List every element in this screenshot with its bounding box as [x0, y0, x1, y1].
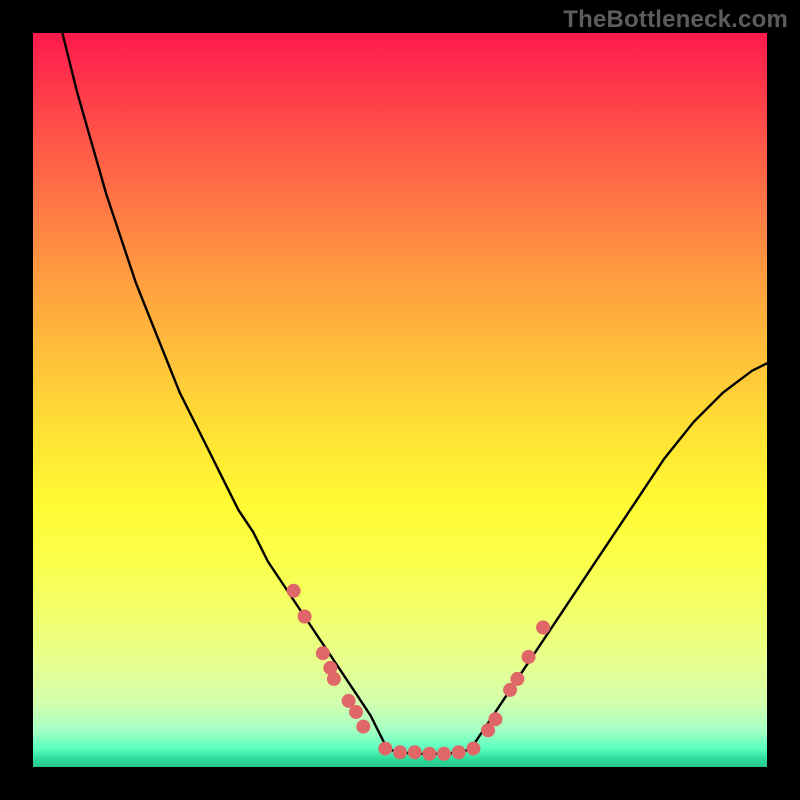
series-right-curve — [473, 363, 767, 745]
curve-lines — [62, 33, 767, 754]
series-left-curve — [62, 33, 385, 745]
marker-point — [356, 720, 370, 734]
marker-point — [536, 621, 550, 635]
chart-svg — [33, 33, 767, 767]
marker-point — [393, 745, 407, 759]
watermark-text: TheBottleneck.com — [563, 6, 788, 34]
marker-point — [298, 610, 312, 624]
marker-point — [287, 584, 301, 598]
marker-point — [422, 747, 436, 761]
marker-point — [466, 742, 480, 756]
marker-point — [488, 712, 502, 726]
marker-point — [437, 747, 451, 761]
marker-point — [408, 745, 422, 759]
marker-point — [452, 745, 466, 759]
marker-point — [327, 672, 341, 686]
plot-area — [33, 33, 767, 767]
chart-frame: TheBottleneck.com — [0, 0, 800, 800]
marker-point — [510, 672, 524, 686]
marker-point — [349, 705, 363, 719]
marker-point — [378, 742, 392, 756]
marker-points — [287, 584, 550, 761]
marker-point — [522, 650, 536, 664]
marker-point — [316, 646, 330, 660]
